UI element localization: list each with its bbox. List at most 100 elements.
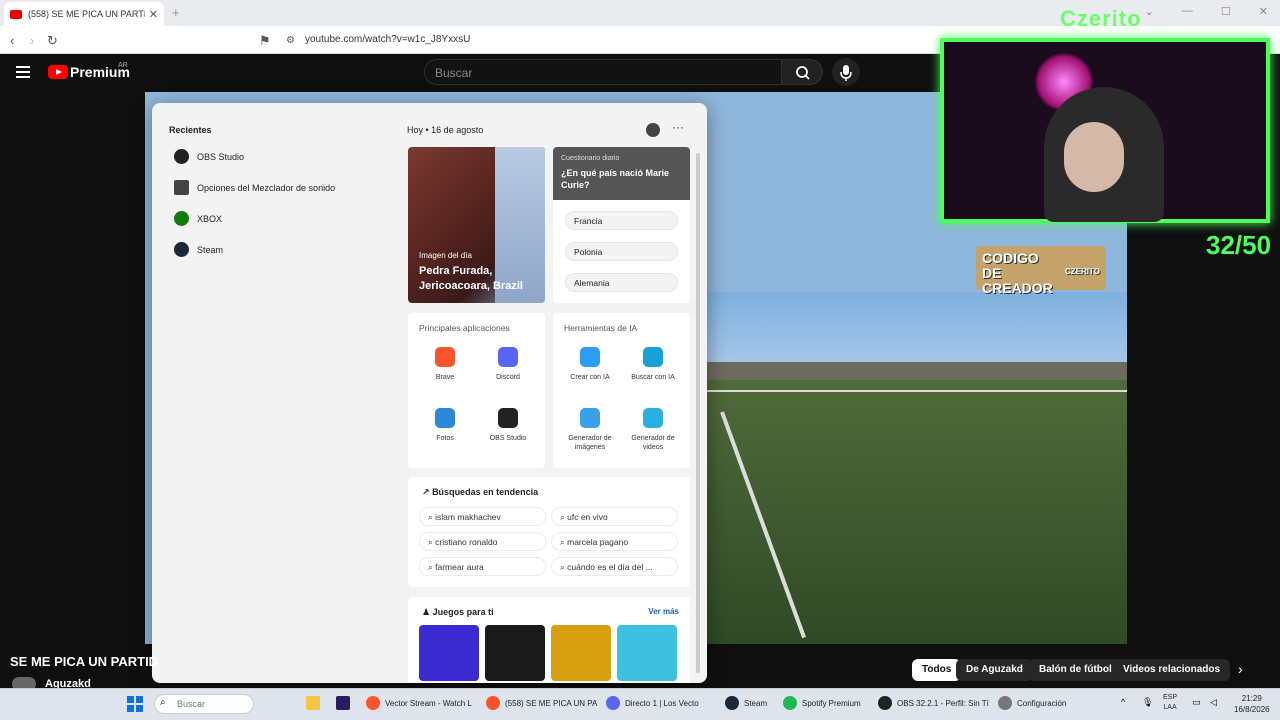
trending-search-item[interactable]: ⌕ islam makhachev: [419, 507, 546, 526]
network-icon[interactable]: ▭: [1192, 697, 1201, 708]
region-code: AR: [118, 62, 128, 69]
recent-item[interactable]: Opciones del Mezclador de sonido: [174, 180, 335, 195]
new-tab-icon[interactable]: +: [172, 5, 180, 20]
recent-item[interactable]: XBOX: [174, 211, 222, 226]
taskbar-app[interactable]: Vector Stream - Watch L: [366, 696, 472, 710]
avatar[interactable]: [646, 123, 660, 137]
volume-icon[interactable]: ◁: [1210, 697, 1217, 708]
brave-icon: [366, 696, 380, 710]
quiz-option[interactable]: Polonia: [565, 242, 678, 261]
quiz-option[interactable]: Francia: [565, 211, 678, 230]
taskbar-app[interactable]: Configuración: [998, 696, 1066, 710]
maximize-icon[interactable]: ☐: [1221, 5, 1231, 18]
premiere-icon[interactable]: [336, 696, 350, 710]
app-tile[interactable]: Buscar con IA: [623, 347, 683, 382]
time: 21:29: [1241, 694, 1262, 703]
image-of-day-title: Pedra Furada, Jericoacoara, Brazil: [419, 265, 523, 292]
trending-search-item[interactable]: ⌕ cristiano ronaldo: [419, 532, 546, 551]
see-more-link[interactable]: Ver más: [648, 607, 679, 616]
taskbar-search-input[interactable]: Buscar: [154, 694, 254, 714]
browser-tab[interactable]: (558) SE ME PICA UN PARTIDO V... ✕: [4, 2, 164, 26]
youtube-favicon-icon: [10, 9, 22, 19]
reload-icon[interactable]: ↻: [47, 33, 58, 49]
trending-search-label: islam makhachev: [435, 512, 501, 522]
spotify-icon: [783, 696, 797, 710]
app-label: Crear con IA: [570, 374, 610, 381]
app-label: Fotos: [436, 435, 454, 442]
filter-chip[interactable]: Todos: [912, 659, 962, 681]
game-tile[interactable]: [485, 625, 545, 681]
search-input[interactable]: Buscar: [424, 59, 782, 85]
xbox-icon: [174, 211, 189, 226]
more-options-icon[interactable]: ···: [672, 120, 684, 134]
app-tile[interactable]: Fotos: [415, 408, 475, 443]
back-icon[interactable]: ‹: [10, 33, 14, 48]
filter-chip[interactable]: Balón de fútbol: [1029, 659, 1122, 681]
site-settings-icon[interactable]: ⚙: [286, 35, 295, 46]
daily-quiz-card[interactable]: Cuestionario diario ¿En qué país nació M…: [553, 147, 690, 303]
quiz-option[interactable]: Alemania: [565, 273, 678, 292]
app-tile[interactable]: Crear con IA: [560, 347, 620, 382]
taskbar-app[interactable]: Directo 1 | Los Vecto: [606, 696, 699, 710]
app-tile[interactable]: OBS Studio: [478, 408, 538, 443]
windows-start-icon[interactable]: [127, 696, 143, 717]
url-text[interactable]: youtube.com/watch?v=w1c_J8YxxsU: [305, 34, 470, 45]
taskbar-app[interactable]: OBS 32.2.1 - Perfil: Sin Tí: [878, 696, 989, 710]
youtube-logo-icon[interactable]: [48, 65, 68, 79]
hamburger-menu-icon[interactable]: [16, 66, 30, 78]
streamer-face: [1064, 122, 1124, 192]
close-window-icon[interactable]: ✕: [1259, 5, 1268, 18]
game-tile[interactable]: [419, 625, 479, 681]
lang-line2: LAA: [1163, 704, 1177, 711]
app-tile[interactable]: Generador de imágenes: [560, 408, 620, 452]
start-menu-panel: Recientes Hoy • 16 de agosto ··· Imagen …: [152, 103, 707, 683]
chevron-right-icon[interactable]: ›: [1238, 661, 1243, 677]
search-icon: [796, 66, 810, 80]
lang-line1: ESP: [1163, 694, 1178, 701]
recent-item-label: Opciones del Mezclador de sonido: [197, 182, 336, 193]
filter-chip[interactable]: Videos relacionados: [1113, 659, 1231, 681]
app-label: Generador de imágenes: [568, 435, 612, 451]
game-tile[interactable]: [617, 625, 677, 681]
search-button[interactable]: [781, 59, 823, 85]
recent-item-label: Steam: [197, 244, 224, 255]
minimize-icon[interactable]: —: [1182, 5, 1193, 18]
obs-icon: [878, 696, 892, 710]
trending-search-item[interactable]: ⌕ ufc en vivo: [551, 507, 678, 526]
app-tile[interactable]: Discord: [478, 347, 538, 382]
gear-icon: [998, 696, 1012, 710]
taskbar-app[interactable]: Steam: [725, 696, 767, 710]
recent-item[interactable]: OBS Studio: [174, 149, 244, 164]
quiz-kicker: Cuestionario diario: [561, 155, 620, 162]
games-title: ♟ Juegos para ti: [422, 607, 494, 618]
trending-search-label: farmear aura: [435, 562, 484, 572]
forward-icon[interactable]: ›: [30, 33, 34, 48]
filter-chip[interactable]: De Aguzakd: [956, 659, 1033, 681]
dropdown-icon[interactable]: ⌄: [1145, 5, 1154, 18]
trending-search-item[interactable]: ⌕ cuándo es el día del ...: [551, 557, 678, 576]
chevron-up-icon[interactable]: ^: [1121, 697, 1125, 707]
game-tile[interactable]: [551, 625, 611, 681]
bookmark-icon[interactable]: ⚑: [259, 33, 271, 49]
image-of-the-day-card[interactable]: Imagen del día Pedra Furada, Jericoacoar…: [408, 147, 545, 303]
app-tile[interactable]: Brave: [415, 347, 475, 382]
close-tab-icon[interactable]: ✕: [149, 8, 158, 21]
trending-card: ↗ Búsquedas en tendencia ⌕ islam makhach…: [408, 477, 690, 587]
microphone-icon: [840, 65, 852, 81]
scrollbar[interactable]: [696, 153, 700, 673]
taskbar-app[interactable]: (558) SE ME PICA UN PA: [486, 696, 597, 710]
trending-search-item[interactable]: ⌕ marcela pagano: [551, 532, 678, 551]
microphone-icon[interactable]: 🎙: [1142, 697, 1153, 708]
file-explorer-icon[interactable]: [306, 696, 320, 710]
trending-search-label: ufc en vivo: [567, 512, 608, 522]
taskbar-app[interactable]: Spotify Premium: [783, 696, 861, 710]
app-tile[interactable]: Generador de videos: [623, 408, 683, 452]
app-label: Generador de videos: [631, 435, 675, 451]
voice-search-button[interactable]: [832, 58, 860, 86]
language-indicator[interactable]: ESP LAA: [1163, 693, 1177, 713]
taskbar-clock[interactable]: 21:29 16/8/2026: [1234, 693, 1270, 715]
recent-item[interactable]: Steam: [174, 242, 223, 257]
trending-search-item[interactable]: ⌕ farmear aura: [419, 557, 546, 576]
window-controls: ⌄ — ☐ ✕: [1145, 5, 1268, 18]
search-icon: ⌕: [160, 697, 166, 708]
